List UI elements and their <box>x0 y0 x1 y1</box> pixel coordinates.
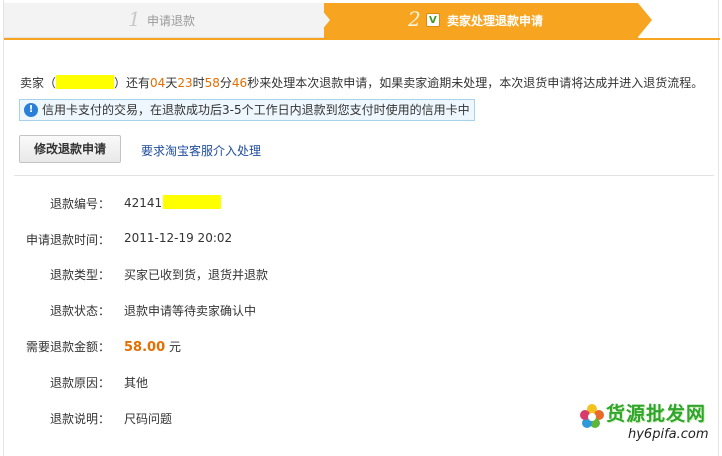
info-text: 信用卡支付的交易，在退款成功后3-5个工作日内退款到您支付时使用的信用卡中 <box>42 103 470 117</box>
unit-text: 天 <box>165 76 178 90</box>
step-apply-refund: 1 申请退款 <box>4 3 338 38</box>
modify-refund-button[interactable]: 修改退款申请 <box>19 135 121 163</box>
countdown-days: 04 <box>150 76 166 90</box>
detail-value: 42141 <box>124 195 222 210</box>
flower-logo-icon <box>580 404 604 428</box>
step-arrow-divider <box>316 3 330 37</box>
deadline-notice: 卖家（ ）还有04天23时58分46秒来处理本次退款申请，如果卖家逾期未处理，本次… <box>20 74 703 91</box>
redacted-seller-name <box>56 75 115 89</box>
detail-row-apply-time: 申请退款时间： 2011-12-19 20:02 <box>4 231 704 249</box>
detail-value: 买家已收到货，退货并退款 <box>124 268 269 282</box>
notice-text: 秒来处理本次退款申请，如果卖家逾期未处理，本次退货申请将达成并进入退货流程。 <box>247 76 704 90</box>
step-label: 卖家处理退款申请 <box>447 14 544 28</box>
detail-row-refund-id: 退款编号： 42141 <box>4 195 704 213</box>
step-number: 2 <box>408 7 421 31</box>
detail-row-refund-amount: 需要退款金额： 58.00 元 <box>4 338 704 356</box>
divider <box>14 175 714 176</box>
detail-label: 申请退款时间： <box>25 233 110 247</box>
step-seller-processing: 2 V 卖家处理退款申请 <box>324 3 638 38</box>
detail-row-refund-reason: 退款原因： 其他 <box>4 374 704 392</box>
request-service-link[interactable]: 要求淘宝客服介入处理 <box>141 142 261 159</box>
detail-label: 退款编号： <box>49 197 110 211</box>
watermark-brand: 货源批发网 <box>606 403 707 425</box>
currency-unit: 元 <box>165 340 181 354</box>
detail-row-refund-type: 退款类型： 买家已收到货，退货并退款 <box>4 266 704 284</box>
notice-prefix: 卖家（ <box>20 76 57 90</box>
taobao-logo-icon: V <box>426 13 440 27</box>
detail-value: 退款申请等待卖家确认中 <box>124 304 257 318</box>
countdown-seconds: 46 <box>231 76 248 90</box>
detail-value: 其他 <box>124 376 149 390</box>
detail-row-refund-status: 退款状态： 退款申请等待卖家确认中 <box>4 302 704 320</box>
notice-text: ）还有 <box>114 76 151 90</box>
refund-id-value: 42141 <box>124 196 163 210</box>
redacted-refund-id <box>163 195 222 209</box>
refund-amount: 58.00 <box>124 340 166 355</box>
step-arrow-tail <box>638 3 652 37</box>
detail-label: 退款状态： <box>49 304 110 318</box>
unit-text: 分 <box>219 76 232 90</box>
steps-underline <box>4 38 720 40</box>
detail-value: 58.00 元 <box>124 338 181 355</box>
detail-label: 退款原因： <box>49 376 110 390</box>
step-label: 申请退款 <box>147 14 196 28</box>
watermark: 货源批发网 hy6pifa.com <box>574 396 720 452</box>
step-number: 1 <box>128 7 141 31</box>
countdown-minutes: 58 <box>204 76 220 90</box>
detail-label: 退款类型： <box>49 268 110 282</box>
detail-value: 2011-12-19 20:02 <box>124 231 233 245</box>
detail-label: 退款说明： <box>49 412 110 426</box>
detail-value: 尺码问题 <box>124 412 173 426</box>
info-icon: ! <box>24 103 38 117</box>
detail-label: 需要退款金额： <box>25 340 110 354</box>
credit-card-info-box: ! 信用卡支付的交易，在退款成功后3-5个工作日内退款到您支付时使用的信用卡中 <box>19 99 475 121</box>
refund-page: 1 申请退款 2 V 卖家处理退款申请 卖家（ ）还有04天23时58分46秒来处… <box>3 0 720 456</box>
countdown-hours: 23 <box>177 76 193 90</box>
unit-text: 时 <box>192 76 205 90</box>
progress-steps: 1 申请退款 2 V 卖家处理退款申请 <box>4 3 720 38</box>
watermark-url: hy6pifa.com <box>628 427 709 442</box>
